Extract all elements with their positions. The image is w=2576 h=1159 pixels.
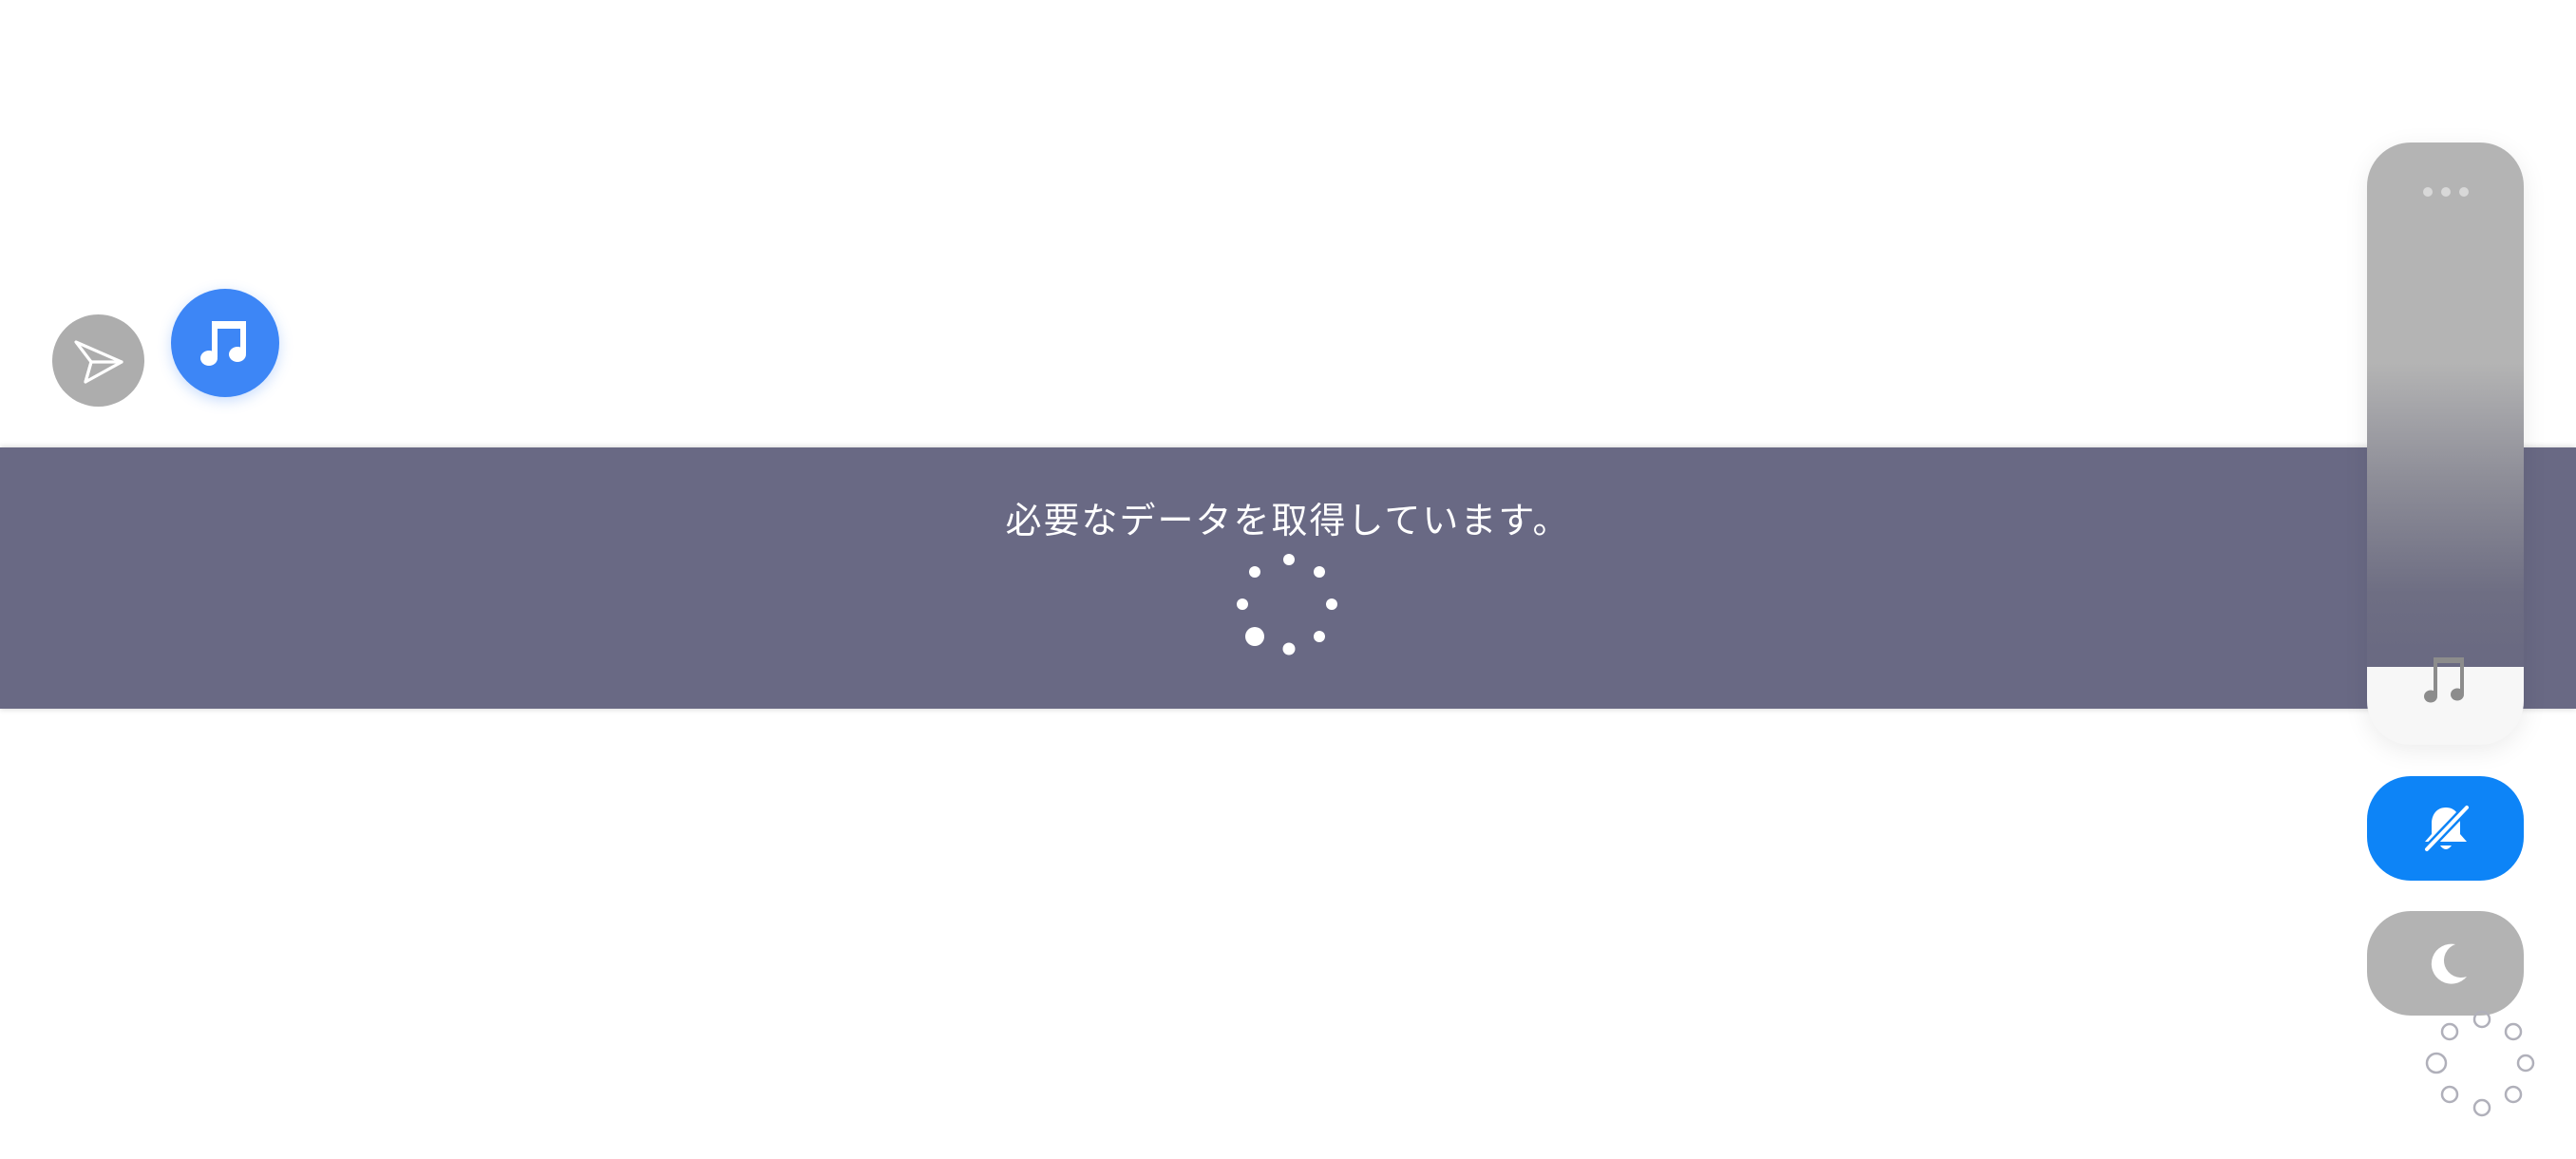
bell-off-icon [2422, 803, 2471, 854]
music-note-icon [200, 321, 246, 366]
loading-spinner-outline [2425, 1010, 2535, 1117]
loading-spinner [1237, 554, 1337, 656]
screen: 必要なデータを取得しています。 [0, 0, 2576, 1159]
loading-banner: 必要なデータを取得しています。 [0, 447, 2576, 709]
mute-button[interactable] [2367, 776, 2524, 881]
more-horizontal-icon[interactable] [2419, 182, 2472, 201]
share-button[interactable] [52, 314, 144, 407]
music-button[interactable] [171, 289, 279, 397]
send-plane-icon [73, 339, 123, 384]
volume-slider-fill [2367, 142, 2524, 667]
music-note-icon [2424, 657, 2464, 703]
loading-message: 必要なデータを取得しています。 [1005, 500, 1571, 542]
night-mode-button[interactable] [2367, 911, 2524, 1016]
moon-icon [2431, 943, 2467, 984]
volume-slider[interactable] [2367, 142, 2524, 745]
